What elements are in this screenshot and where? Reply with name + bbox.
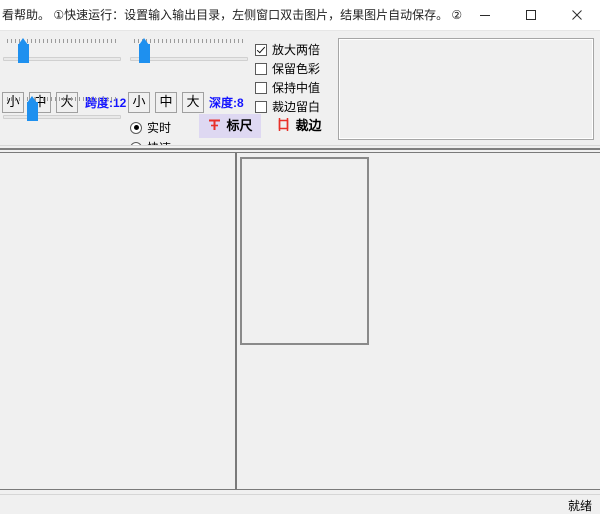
span-slider-thumb[interactable]	[18, 44, 29, 63]
window-controls	[462, 0, 600, 30]
depth-small-button[interactable]: 小	[128, 92, 150, 113]
checkbox-icon	[255, 63, 267, 75]
option-zoom-2x-label: 放大两倍	[272, 41, 320, 58]
span-slider[interactable]	[3, 39, 121, 67]
depth-slider-thumb[interactable]	[139, 44, 150, 63]
speed-radio-realtime[interactable]: 实时	[130, 119, 171, 136]
option-keep-color[interactable]: 保留色彩	[255, 60, 320, 77]
crop-button[interactable]: 裁边	[268, 114, 330, 138]
median-slider-ticks	[7, 97, 119, 102]
close-icon	[571, 9, 583, 21]
checkbox-icon	[255, 82, 267, 94]
option-crop-margin-label: 裁边留白	[272, 98, 320, 115]
close-button[interactable]	[554, 0, 600, 30]
radio-dot-icon	[130, 122, 142, 134]
crop-icon	[276, 117, 291, 135]
minimize-icon	[479, 9, 491, 21]
main-area	[0, 150, 600, 494]
maximize-icon	[525, 9, 537, 21]
option-zoom-2x[interactable]: 放大两倍	[255, 41, 320, 58]
image-crop-rect[interactable]	[240, 157, 369, 345]
median-slider-thumb[interactable]	[27, 102, 38, 121]
median-slider-track[interactable]	[3, 115, 121, 119]
option-keep-color-label: 保留色彩	[272, 60, 320, 77]
crop-button-label: 裁边	[295, 119, 321, 133]
status-bar: 就绪	[0, 494, 600, 514]
depth-value-label: 深度:8	[209, 95, 244, 111]
median-slider[interactable]	[3, 97, 121, 125]
status-text: 就绪	[568, 497, 592, 514]
option-keep-median-label: 保持中值	[272, 79, 320, 96]
ruler-button[interactable]: 标尺	[199, 114, 261, 138]
right-image-pane[interactable]	[236, 152, 600, 490]
depth-medium-button[interactable]: 中	[155, 92, 177, 113]
control-panel: 小 中 大 跨度:12 小 中 大 深度:8 原 中 大 中值:10 实时 快速	[0, 30, 600, 146]
depth-slider-ticks	[134, 39, 246, 44]
depth-large-button[interactable]: 大	[182, 92, 204, 113]
window-title: 看帮助。 ①快速运行：设置输入输出目录，左侧窗口双击图片，结果图片自动保存。 ②…	[0, 0, 462, 30]
ruler-button-label: 标尺	[226, 119, 252, 133]
depth-slider[interactable]	[130, 39, 248, 67]
preview-panel[interactable]	[338, 38, 594, 140]
minimize-button[interactable]	[462, 0, 508, 30]
checkbox-icon	[255, 101, 267, 113]
ruler-icon	[207, 117, 222, 135]
speed-radio-realtime-label: 实时	[147, 119, 171, 136]
checkbox-icon	[255, 44, 267, 56]
title-bar: 看帮助。 ①快速运行：设置输入输出目录，左侧窗口双击图片，结果图片自动保存。 ②…	[0, 0, 600, 30]
left-image-pane[interactable]	[0, 152, 236, 490]
option-keep-median[interactable]: 保持中值	[255, 79, 320, 96]
maximize-button[interactable]	[508, 0, 554, 30]
option-crop-margin[interactable]: 裁边留白	[255, 98, 320, 115]
